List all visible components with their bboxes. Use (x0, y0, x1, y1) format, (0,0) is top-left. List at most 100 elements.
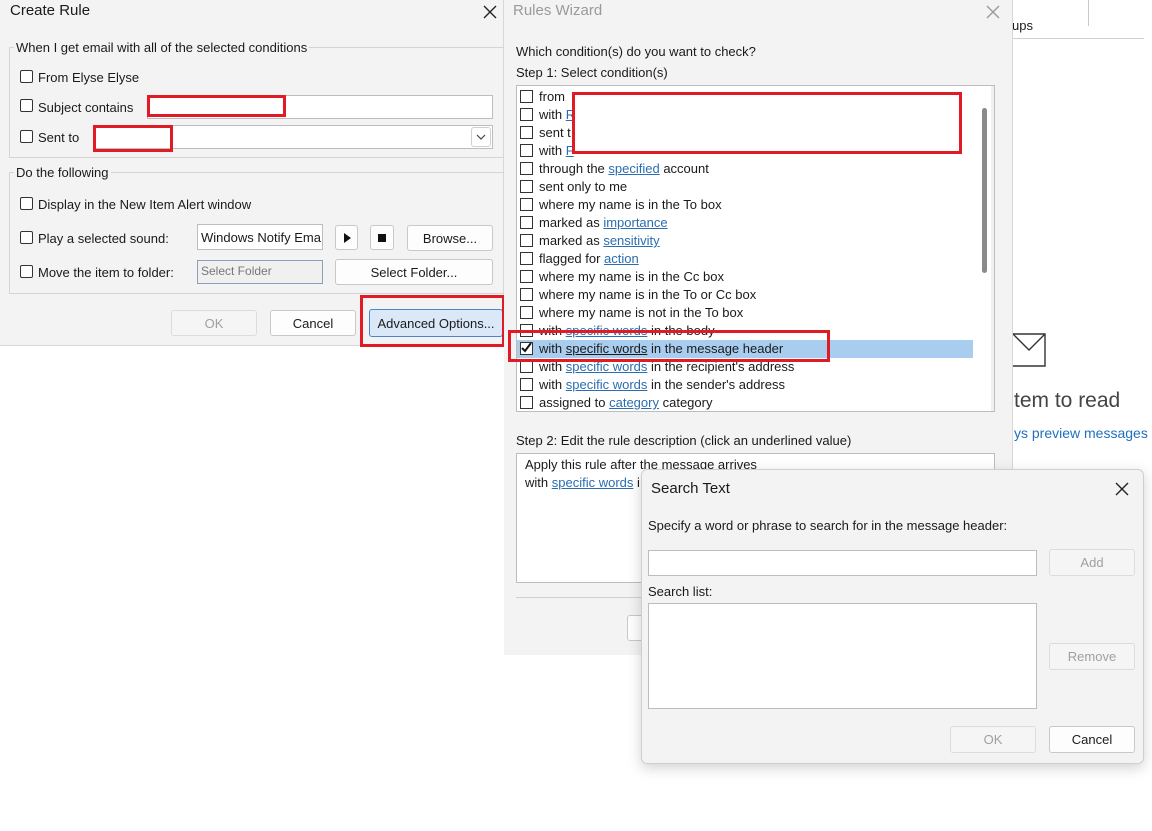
description-line-2-prefix: with (525, 475, 552, 490)
list-scrollbar-track (991, 86, 994, 411)
sound-file-value: Windows Notify Ema (201, 230, 321, 245)
condition-value-link[interactable]: action (604, 251, 639, 266)
condition-label: where my name is in the To box (539, 196, 722, 214)
condition-label: flagged for action (539, 250, 639, 268)
condition-label: with specific words in the sender's addr… (539, 376, 785, 394)
chevron-down-icon[interactable] (471, 127, 491, 147)
move-folder-checkbox[interactable] (20, 265, 33, 278)
preview-messages-link[interactable]: ys preview messages (1014, 425, 1148, 441)
condition-text-suffix: account (659, 161, 709, 176)
condition-checkbox[interactable] (520, 396, 533, 409)
condition-row[interactable]: where my name is not in the To box (517, 304, 973, 322)
ok-button[interactable]: OK (171, 310, 257, 336)
wizard-close-icon[interactable] (981, 0, 1005, 24)
search-text-title: Search Text (651, 480, 730, 497)
display-alert-checkbox[interactable] (20, 197, 33, 210)
from-label: From Elyse Elyse (38, 70, 140, 85)
condition-value-link[interactable]: sensitivity (603, 233, 659, 248)
sound-file-field[interactable]: Windows Notify Ema (197, 224, 323, 250)
search-word-input[interactable] (648, 550, 1037, 576)
condition-label: where my name is in the Cc box (539, 268, 724, 286)
stop-sound-button[interactable] (370, 225, 394, 250)
condition-checkbox[interactable] (520, 234, 533, 247)
search-list[interactable] (648, 603, 1037, 709)
folder-placeholder: Select Folder (201, 264, 272, 278)
condition-label: through the specified account (539, 160, 709, 178)
condition-checkbox[interactable] (520, 144, 533, 157)
condition-row[interactable]: where my name is in the To or Cc box (517, 286, 973, 304)
condition-row[interactable]: where my name is in the To box (517, 196, 973, 214)
from-checkbox[interactable] (20, 70, 33, 83)
browse-button[interactable]: Browse... (407, 225, 493, 251)
condition-value-link[interactable]: specific words (566, 377, 648, 392)
condition-checkbox[interactable] (520, 288, 533, 301)
condition-row[interactable]: where my name is in the Cc box (517, 268, 973, 286)
condition-row[interactable]: flagged for action (517, 250, 973, 268)
search-cancel-button[interactable]: Cancel (1049, 726, 1135, 753)
condition-text: where my name is in the To box (539, 197, 722, 212)
condition-text: through the (539, 161, 609, 176)
search-list-label: Search list: (648, 584, 713, 599)
condition-text: flagged for (539, 251, 605, 266)
step1-label: Step 1: Select condition(s) (516, 65, 668, 80)
create-rule-dialog: Create Rule When I get email with all of… (0, 0, 505, 347)
search-text-dialog: Search Text Specify a word or phrase to … (641, 469, 1144, 764)
condition-checkbox[interactable] (520, 252, 533, 265)
play-sound-label: Play a selected sound: (38, 231, 169, 246)
condition-value-link[interactable]: importance (603, 215, 667, 230)
add-button[interactable]: Add (1049, 549, 1135, 576)
close-icon[interactable] (478, 0, 502, 24)
condition-label: where my name is in the To or Cc box (539, 286, 756, 304)
condition-row[interactable]: marked as sensitivity (517, 232, 973, 250)
select-folder-button[interactable]: Select Folder... (335, 259, 493, 285)
list-scrollbar-thumb[interactable] (982, 108, 987, 273)
remove-button[interactable]: Remove (1049, 643, 1135, 670)
condition-row[interactable]: through the specified account (517, 160, 973, 178)
description-specific-words-link[interactable]: specific words (552, 475, 634, 490)
condition-checkbox[interactable] (520, 216, 533, 229)
step2-label: Step 2: Edit the rule description (click… (516, 433, 852, 448)
display-alert-label: Display in the New Item Alert window (38, 197, 252, 212)
condition-checkbox[interactable] (520, 378, 533, 391)
condition-checkbox[interactable] (520, 180, 533, 193)
search-ok-button[interactable]: OK (950, 726, 1036, 753)
condition-label: sent only to me (539, 178, 627, 196)
condition-text: with (539, 107, 566, 122)
condition-row[interactable]: sent only to me (517, 178, 973, 196)
subject-checkbox[interactable] (20, 99, 33, 112)
condition-value-link[interactable]: category (609, 395, 659, 410)
description-line-2: with specific words i (525, 475, 640, 490)
folder-field[interactable]: Select Folder (197, 260, 323, 284)
condition-row[interactable]: marked as importance (517, 214, 973, 232)
condition-value-link[interactable]: specified (608, 161, 659, 176)
stop-icon (378, 233, 386, 242)
play-sound-checkbox[interactable] (20, 231, 33, 244)
condition-text: with (539, 143, 566, 158)
search-close-icon[interactable] (1110, 477, 1134, 501)
condition-text: from (539, 89, 565, 104)
condition-row[interactable]: assigned to category category (517, 394, 973, 411)
condition-checkbox[interactable] (520, 108, 533, 121)
condition-text: with (539, 377, 566, 392)
wizard-question: Which condition(s) do you want to check? (516, 44, 756, 59)
condition-checkbox[interactable] (520, 90, 533, 103)
condition-label: assigned to category category (539, 394, 712, 411)
condition-checkbox[interactable] (520, 162, 533, 175)
condition-label: with F (539, 142, 574, 160)
conditions-redaction (572, 92, 962, 154)
condition-checkbox[interactable] (520, 198, 533, 211)
create-rule-title: Create Rule (10, 2, 91, 19)
condition-text-suffix: in the sender's address (647, 377, 785, 392)
condition-checkbox[interactable] (520, 306, 533, 319)
item-to-read-text: tem to read (1014, 389, 1121, 412)
sent-to-checkbox[interactable] (20, 130, 33, 143)
condition-text: marked as (539, 215, 604, 230)
condition-label: from (539, 88, 565, 106)
envelope-icon (1012, 330, 1048, 371)
condition-row[interactable]: with specific words in the sender's addr… (517, 376, 973, 394)
condition-checkbox[interactable] (520, 126, 533, 139)
cancel-button[interactable]: Cancel (270, 310, 356, 336)
play-icon (343, 232, 351, 243)
condition-checkbox[interactable] (520, 270, 533, 283)
play-sound-button[interactable] (335, 225, 358, 250)
